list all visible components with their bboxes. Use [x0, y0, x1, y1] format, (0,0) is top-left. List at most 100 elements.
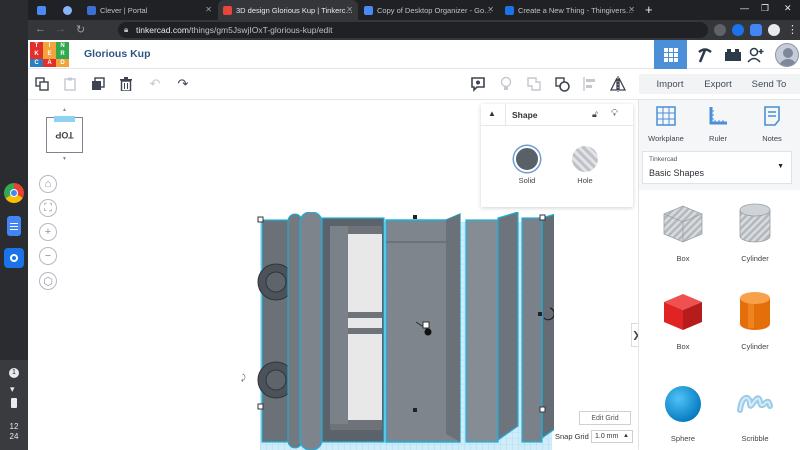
shape-library-select[interactable]: Tinkercad Basic Shapes ▼ [642, 151, 792, 184]
tab-1[interactable] [32, 0, 60, 20]
fit-view-icon[interactable]: ⛶ [39, 199, 57, 217]
reload-icon[interactable]: ↻ [76, 23, 85, 36]
url-field[interactable]: 🔒︎ tinkercad.com/things/gm5JswjIOxT-glor… [118, 22, 708, 38]
paste-icon[interactable] [61, 75, 79, 93]
restore-icon[interactable]: ❐ [761, 3, 769, 14]
chromeos-shelf: 1 ▾ 12 24 [0, 0, 28, 450]
docs-favicon-icon [364, 6, 373, 15]
selected-model[interactable] [256, 212, 554, 450]
shape-cylinder-hole[interactable]: Cylinder [725, 200, 785, 263]
lock-icon[interactable]: 🔓︎ [592, 109, 598, 120]
redo-icon[interactable]: ↷ [174, 75, 192, 93]
zoom-in-icon[interactable]: + [39, 223, 57, 241]
shape-sphere[interactable]: Sphere [653, 380, 713, 443]
extension-icon[interactable] [714, 24, 726, 36]
profile-icon[interactable] [768, 24, 780, 36]
mirror-icon[interactable] [609, 75, 627, 93]
view-cube-arrow-icon[interactable]: ▼ [62, 156, 67, 162]
camera-icon[interactable] [4, 248, 24, 268]
shelf-cabinet[interactable] [321, 217, 385, 443]
logo-letter: N [56, 42, 69, 51]
send-to-button[interactable]: Send To [738, 74, 800, 94]
shape-inspector: ▲ Shape 🔓︎ 💡︎ Solid Hole [481, 104, 633, 207]
thingiverse-favicon-icon [505, 6, 514, 15]
duplicate-icon[interactable] [89, 75, 107, 93]
inspector-title: Shape [512, 110, 538, 120]
3d-view-button[interactable] [654, 40, 687, 69]
copy-icon[interactable] [33, 75, 51, 93]
perspective-icon[interactable]: ⬡ [39, 272, 57, 290]
close-window-icon[interactable]: ✕ [784, 3, 792, 14]
comment-icon[interactable] [469, 75, 487, 93]
shape-box[interactable]: Box [653, 288, 713, 351]
tab-docs-copy[interactable]: Copy of Desktop Organizer - Go… ✕ [359, 0, 499, 20]
library-name: Basic Shapes [649, 168, 705, 178]
minimize-icon[interactable]: — [740, 3, 749, 13]
tab-thingiverse[interactable]: Create a New Thing - Thingivers… ✕ [500, 0, 640, 20]
view-cube-arrow-icon[interactable]: ▲ [62, 107, 67, 113]
chrome-icon[interactable] [4, 183, 24, 203]
align-icon[interactable] [581, 75, 599, 93]
close-tab-icon[interactable]: ✕ [628, 5, 635, 14]
shape-cylinder[interactable]: Cylinder [725, 288, 785, 351]
shape-label: Box [676, 342, 690, 351]
close-tab-icon[interactable]: ✕ [487, 5, 494, 14]
new-tab-icon[interactable]: + [645, 2, 653, 17]
lightbulb-icon[interactable] [497, 75, 515, 93]
notes-tool[interactable]: Notes [747, 105, 797, 143]
view-cube[interactable]: TOP [46, 116, 83, 153]
snap-grid-select[interactable]: 1.0 mm ▲ [591, 430, 633, 443]
trash-icon[interactable] [117, 75, 135, 93]
tab-clever[interactable]: Clever | Portal ✕ [82, 0, 217, 20]
solid-swatch[interactable] [514, 146, 540, 172]
undo-icon[interactable]: ↶ [146, 75, 164, 93]
back-icon[interactable]: ← [35, 23, 46, 35]
group-icon[interactable] [525, 75, 543, 93]
shape-box-hole[interactable]: Box [653, 200, 713, 263]
3d-workspace[interactable]: TOP ▲ ▼ ⌂ ⛶ + − ⬡ ⤸ ▲ Shape 🔓︎ 💡︎ Solid … [28, 100, 641, 450]
tinkercad-logo[interactable]: TIN KER CAD [30, 42, 69, 67]
avatar[interactable] [775, 43, 799, 67]
tab-2[interactable] [58, 0, 84, 20]
brick-icon [724, 48, 741, 61]
menu-kebab-icon[interactable]: ⋮ [787, 23, 798, 36]
home-view-icon[interactable]: ⌂ [39, 175, 57, 193]
grid-view-icon [663, 47, 678, 62]
ungroup-icon[interactable] [553, 75, 571, 93]
close-tab-icon[interactable]: ✕ [205, 5, 212, 14]
speaker-stack[interactable] [257, 212, 323, 450]
snap-grid-value: 1.0 mm [595, 433, 619, 440]
design-title[interactable]: Glorious Kup [84, 48, 151, 60]
extension-icon[interactable] [732, 24, 744, 36]
snap-grid-label: Snap Grid [555, 432, 589, 441]
collapse-caret-icon[interactable]: ▲ [488, 109, 496, 118]
extension-icon[interactable] [750, 24, 762, 36]
lock-icon: 🔒︎ [124, 25, 129, 34]
tab-title: Create a New Thing - Thingivers… [518, 5, 634, 15]
tab-tinkercad[interactable]: 3D design Glorious Kup | Tinkerc… ✕ [218, 0, 358, 20]
url-host: tinkercad.com [136, 25, 189, 35]
shape-scribble[interactable]: Scribble [725, 380, 785, 443]
hole-swatch[interactable] [572, 146, 598, 172]
logo-letter: A [43, 58, 56, 67]
address-bar-row: ← → ↻ 🔒︎ tinkercad.com/things/gm5JswjIOx… [28, 20, 800, 40]
add-user-button[interactable] [743, 40, 769, 69]
tab-title: Copy of Desktop Organizer - Go… [377, 5, 492, 15]
ruler-label: Ruler [709, 134, 727, 143]
clock-minute: 24 [9, 432, 19, 441]
status-area[interactable]: 1 ▾ 12 24 [0, 360, 28, 450]
ruler-tool[interactable]: Ruler [693, 105, 743, 143]
workplane-tool[interactable]: Workplane [641, 105, 691, 143]
zoom-out-icon[interactable]: − [39, 247, 57, 265]
forward-icon[interactable]: → [55, 23, 66, 35]
url-path: /things/gm5JswjIOxT-glorious-kup/edit [188, 25, 333, 35]
lightbulb-icon[interactable]: 💡︎ [611, 108, 618, 119]
close-tab-icon[interactable]: ✕ [346, 5, 353, 14]
docs-icon[interactable] [7, 216, 21, 236]
edit-grid-button[interactable]: Edit Grid [579, 411, 631, 425]
dropdown-caret-icon: ▼ [777, 163, 784, 170]
rotate-handle-icon[interactable]: ⤸ [241, 373, 246, 383]
clever-favicon-icon [87, 6, 96, 15]
shape-label: Cylinder [741, 254, 769, 263]
cylinder-striped-icon [739, 203, 771, 243]
